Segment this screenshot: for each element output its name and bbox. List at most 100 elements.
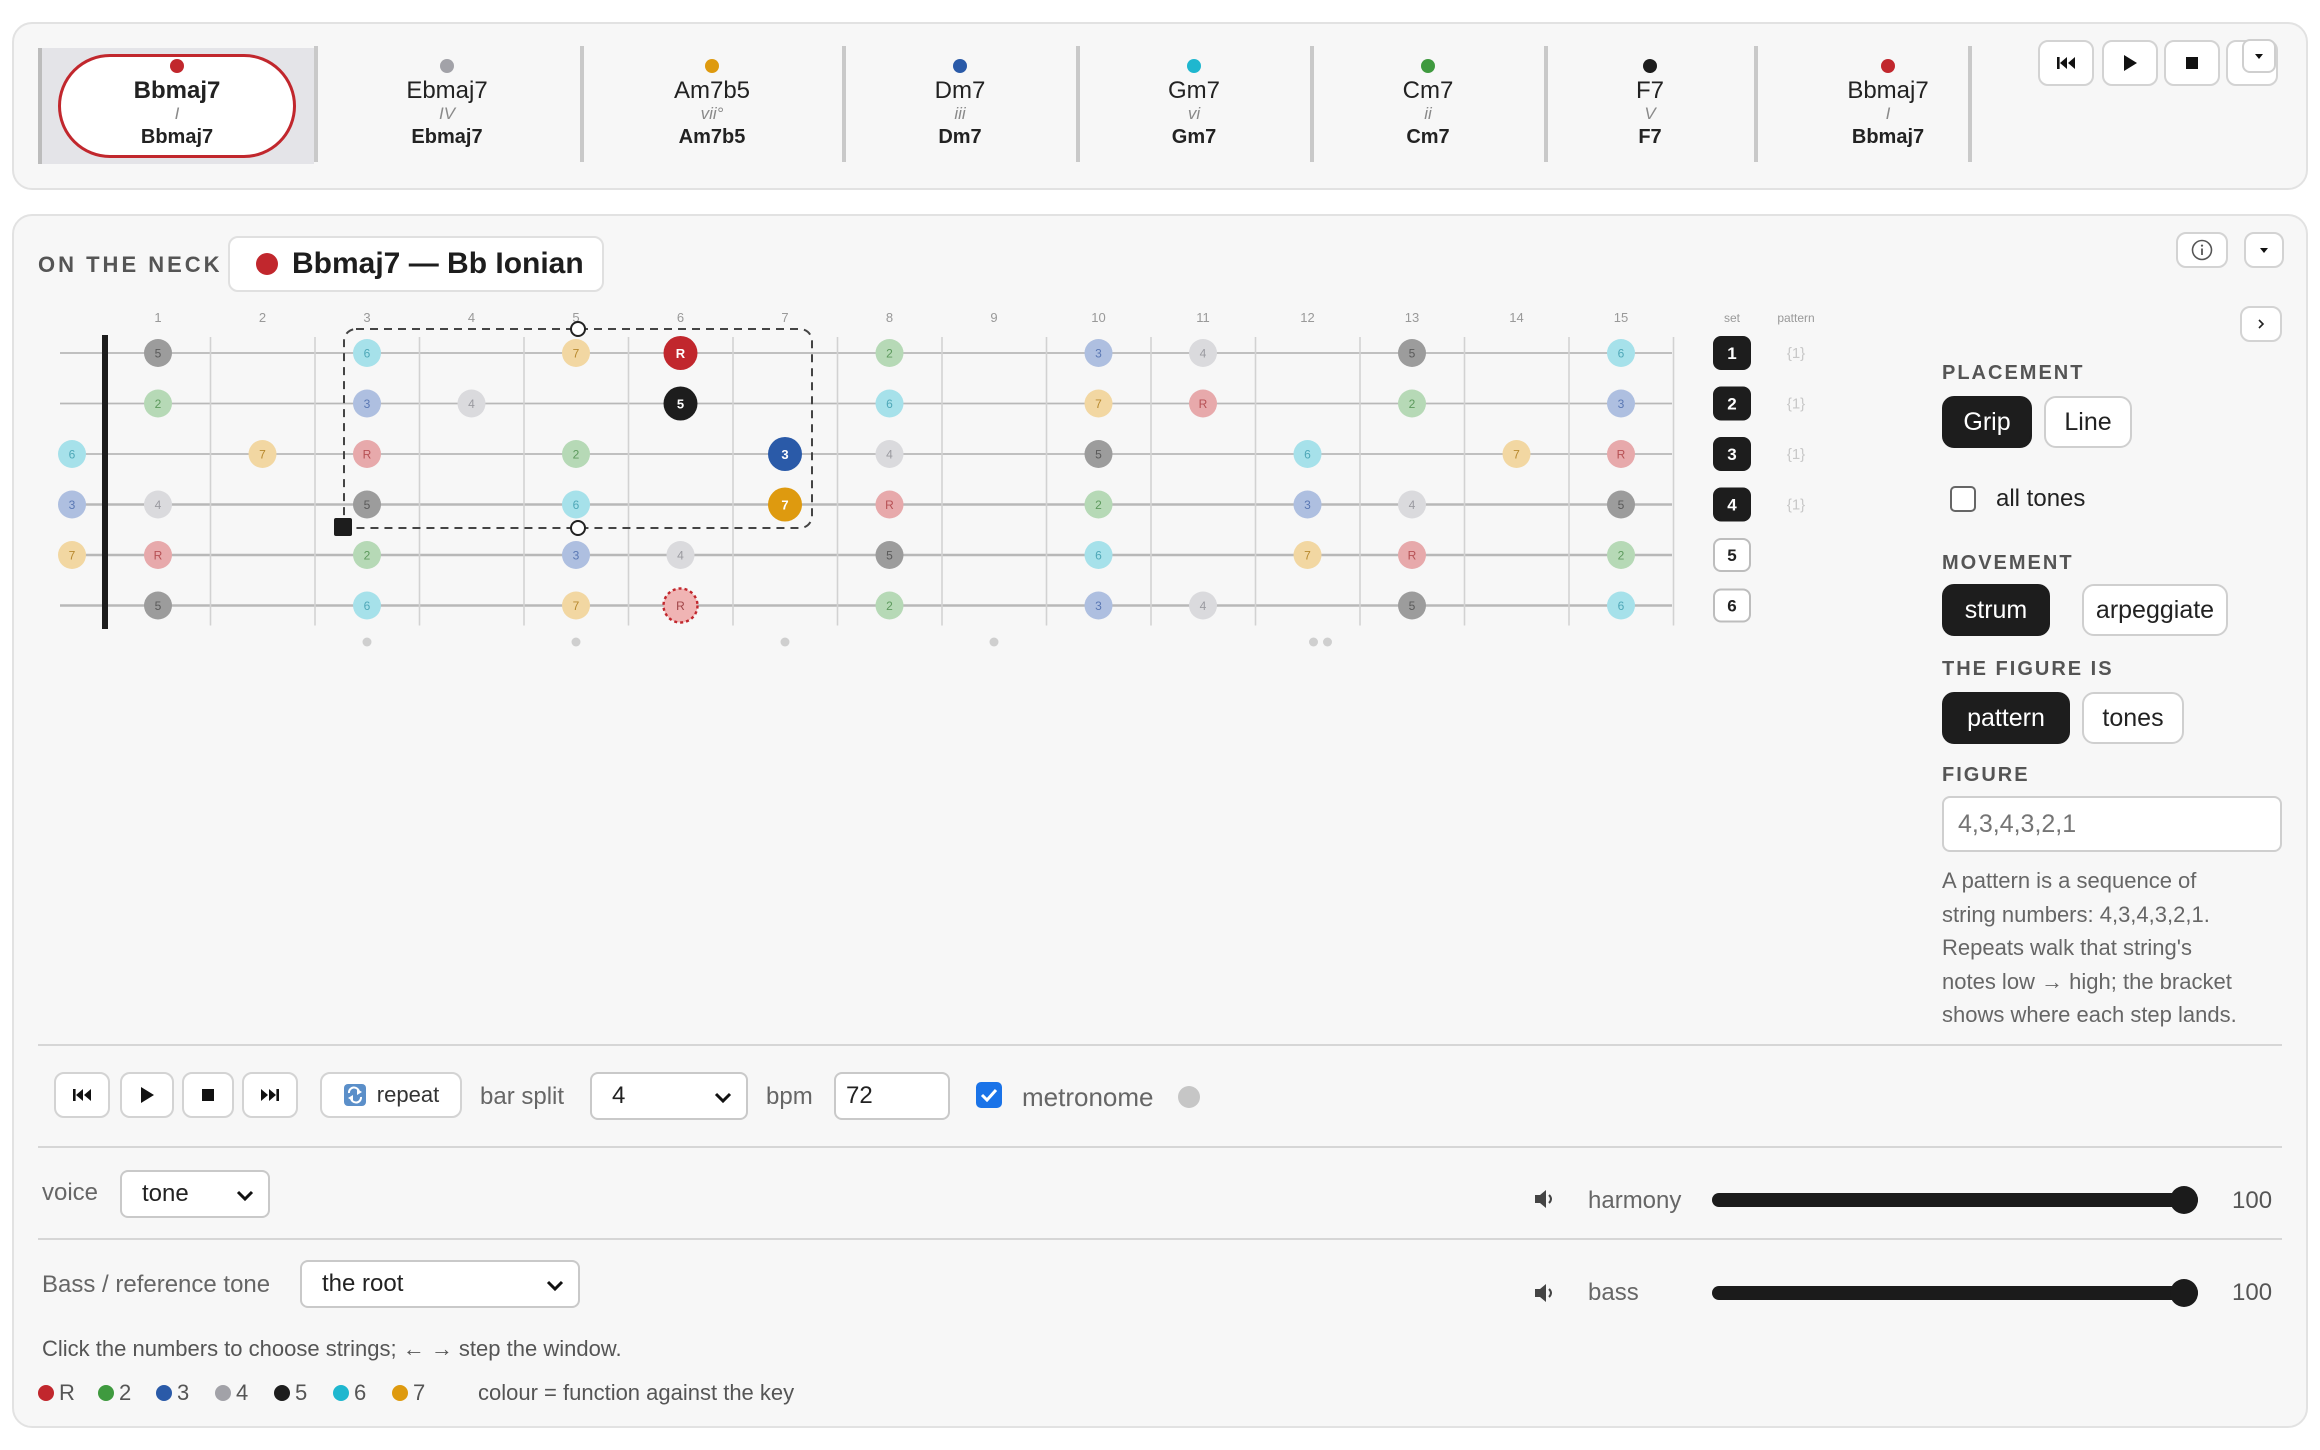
- fret-note[interactable]: 5: [353, 490, 381, 519]
- fret-note[interactable]: 6: [1084, 541, 1113, 569]
- string-set-button[interactable]: 3: [1713, 437, 1751, 471]
- grip-note[interactable]: 3: [768, 437, 802, 471]
- fret-note[interactable]: 7: [58, 541, 86, 569]
- window-handle-corner[interactable]: [334, 518, 352, 536]
- fret-note[interactable]: 4: [666, 541, 695, 569]
- grip-note[interactable]: 7: [768, 487, 802, 522]
- fret-note[interactable]: R: [1607, 440, 1635, 468]
- stop-button[interactable]: [2164, 40, 2220, 86]
- fret-note[interactable]: R: [875, 490, 904, 519]
- fret-note[interactable]: 4: [1189, 339, 1217, 367]
- fret-note[interactable]: 3: [1084, 339, 1113, 367]
- chord-cell[interactable]: Gm7 vi Gm7: [1084, 32, 1304, 166]
- fret-note[interactable]: 3: [1084, 591, 1113, 620]
- fret-note[interactable]: 4: [875, 440, 904, 468]
- fret-note[interactable]: 5: [144, 591, 172, 620]
- grip-note[interactable]: R: [663, 336, 698, 370]
- tones-toggle[interactable]: tones: [2082, 692, 2184, 744]
- line-toggle[interactable]: Line: [2044, 396, 2132, 448]
- string-set-button[interactable]: 2: [1713, 386, 1751, 421]
- string-set-button[interactable]: 6: [1713, 588, 1751, 623]
- strum-toggle[interactable]: strum: [1942, 584, 2050, 636]
- fret-note[interactable]: 2: [875, 591, 904, 620]
- fret-note[interactable]: 3: [1607, 389, 1635, 418]
- all-tones-checkbox[interactable]: [1950, 486, 1976, 512]
- fret-note[interactable]: 7: [562, 339, 590, 367]
- fret-note[interactable]: 3: [1293, 490, 1322, 519]
- fret-note[interactable]: 7: [1293, 541, 1322, 569]
- chord-cell[interactable]: Bbmaj7 I Bbmaj7: [67, 32, 287, 166]
- fret-note[interactable]: 3: [562, 541, 590, 569]
- window-handle-bottom[interactable]: [570, 520, 586, 536]
- fret-note[interactable]: 3: [58, 490, 86, 519]
- fret-note[interactable]: R: [1398, 541, 1426, 569]
- fret-note[interactable]: 7: [562, 591, 590, 620]
- fret-note[interactable]: 2: [353, 541, 381, 569]
- transport-skip-forward-button[interactable]: [242, 1072, 298, 1118]
- transport-stop-button[interactable]: [182, 1072, 234, 1118]
- string-set-button[interactable]: 4: [1713, 487, 1751, 522]
- fret-note[interactable]: 6: [1293, 440, 1322, 468]
- collapse-icon[interactable]: [2242, 39, 2276, 73]
- fret-note[interactable]: 6: [562, 490, 590, 519]
- fret-note[interactable]: 7: [1502, 440, 1531, 468]
- chord-cell[interactable]: Bbmaj7 I Bbmaj7: [1778, 32, 1998, 166]
- top-more-button[interactable]: [2226, 39, 2278, 86]
- fret-note[interactable]: 6: [353, 339, 381, 367]
- bar-split-select[interactable]: 4: [590, 1072, 748, 1120]
- harmony-slider[interactable]: [1712, 1186, 2198, 1214]
- fret-note[interactable]: 4: [1398, 490, 1426, 519]
- grip-toggle[interactable]: Grip: [1942, 396, 2032, 448]
- voice-select[interactable]: tone: [120, 1170, 270, 1218]
- fret-note[interactable]: 6: [1607, 339, 1635, 367]
- transport-play-button[interactable]: [120, 1072, 174, 1118]
- window-handle-top[interactable]: [570, 321, 586, 337]
- arpeggiate-toggle[interactable]: arpeggiate: [2082, 584, 2228, 636]
- metronome-checkbox[interactable]: [976, 1082, 1002, 1108]
- repeat-button[interactable]: repeat: [320, 1072, 462, 1118]
- figure-input[interactable]: [1942, 796, 2282, 852]
- bass-slider[interactable]: [1712, 1279, 2198, 1307]
- fret-note[interactable]: 5: [875, 541, 904, 569]
- fret-note[interactable]: 6: [58, 440, 86, 468]
- harmony-slider-knob[interactable]: [2170, 1186, 2198, 1214]
- fret-note[interactable]: 2: [1607, 541, 1635, 569]
- expand-sidebar-button[interactable]: [2240, 306, 2282, 342]
- info-button[interactable]: [2176, 232, 2228, 268]
- chord-cell[interactable]: Dm7 iii Dm7: [850, 32, 1070, 166]
- target-root-note[interactable]: R: [662, 587, 699, 624]
- fret-note[interactable]: 5: [144, 339, 172, 367]
- play-button[interactable]: [2102, 40, 2158, 86]
- bpm-input[interactable]: 72: [834, 1072, 950, 1120]
- fret-note[interactable]: 2: [875, 339, 904, 367]
- skip-back-button[interactable]: [2038, 40, 2094, 86]
- chord-cell[interactable]: Ebmaj7 IV Ebmaj7: [337, 32, 557, 166]
- fret-note[interactable]: 7: [1084, 389, 1113, 418]
- fret-note[interactable]: 2: [562, 440, 590, 468]
- chord-cell[interactable]: Cm7 ii Cm7: [1318, 32, 1538, 166]
- fret-note[interactable]: 7: [248, 440, 277, 468]
- panel-menu-button[interactable]: [2244, 232, 2284, 268]
- grip-note[interactable]: 5: [663, 386, 698, 421]
- chord-cell[interactable]: F7 V F7: [1540, 32, 1760, 166]
- fret-note[interactable]: 3: [353, 389, 381, 418]
- pattern-toggle[interactable]: pattern: [1942, 692, 2070, 744]
- chord-cell[interactable]: Am7b5 vii° Am7b5: [602, 32, 822, 166]
- transport-skip-back-button[interactable]: [54, 1072, 110, 1118]
- fret-note[interactable]: 5: [1398, 339, 1426, 367]
- fret-note[interactable]: 5: [1398, 591, 1426, 620]
- fret-note[interactable]: 6: [353, 591, 381, 620]
- fret-note[interactable]: 4: [457, 389, 486, 418]
- fret-note[interactable]: R: [144, 541, 172, 569]
- bass-ref-select[interactable]: the root: [300, 1260, 580, 1308]
- fret-note[interactable]: 5: [1607, 490, 1635, 519]
- fret-note[interactable]: R: [1189, 389, 1217, 418]
- fret-note[interactable]: 5: [1084, 440, 1113, 468]
- fret-note[interactable]: 4: [144, 490, 172, 519]
- fret-note[interactable]: 2: [144, 389, 172, 418]
- fret-note[interactable]: 6: [1607, 591, 1635, 620]
- fret-note[interactable]: 2: [1084, 490, 1113, 519]
- fretboard[interactable]: 1 2 3 4 5 6 7 8 9 10 11 12 13 14 15 set pattern5 6 7 2 3 4 5 62…: [0, 300, 1820, 760]
- bass-slider-knob[interactable]: [2170, 1279, 2198, 1307]
- fret-note[interactable]: 4: [1189, 591, 1217, 620]
